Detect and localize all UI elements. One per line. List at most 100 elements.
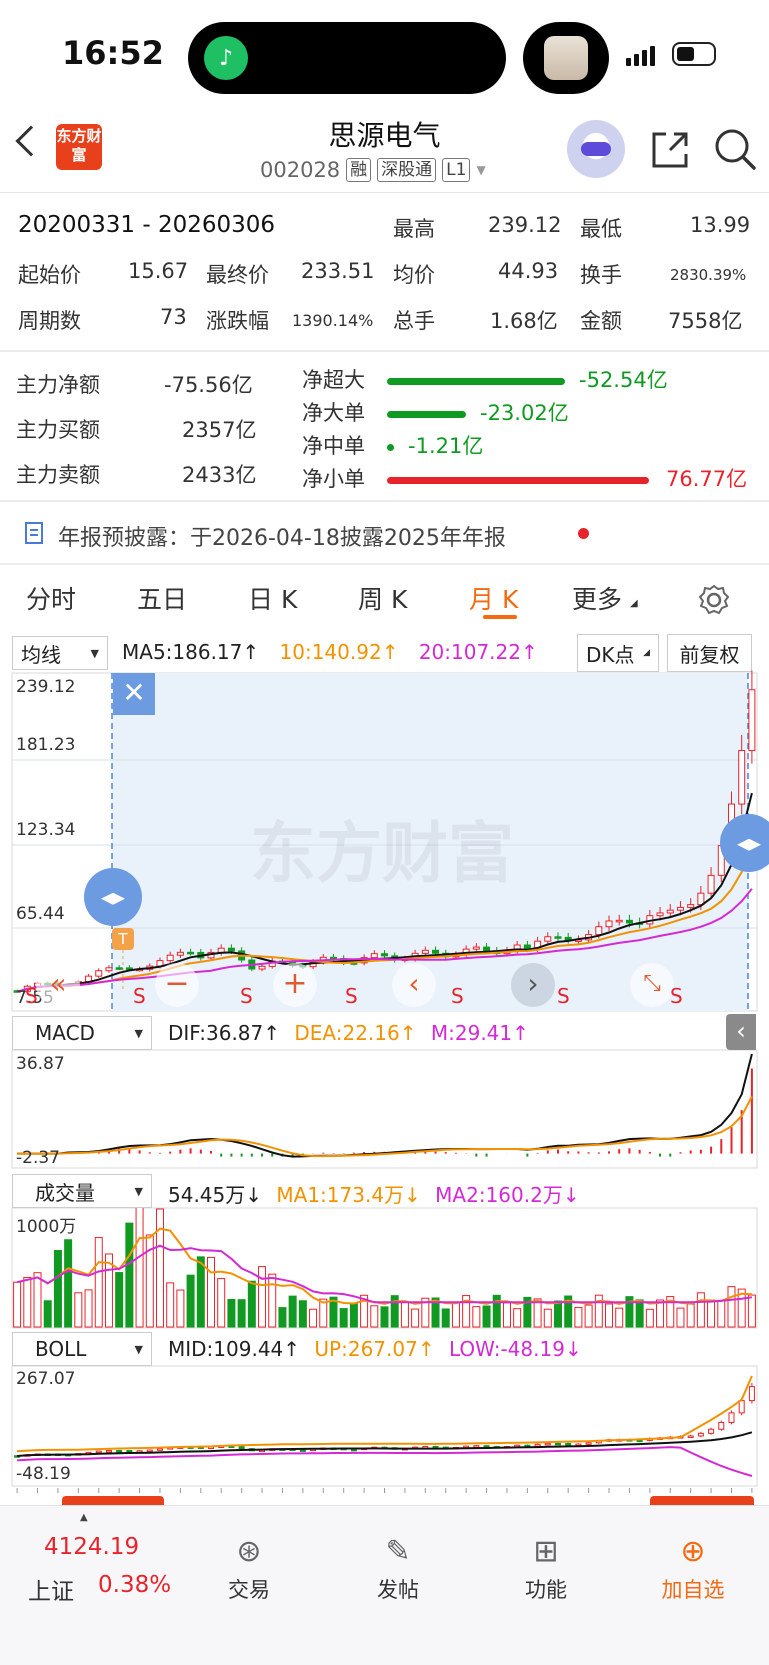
volume-bar [574,1306,583,1328]
zoom-in-icon[interactable]: + [273,963,317,1007]
volume-bar [247,1280,256,1328]
candle-body [370,953,378,959]
volume-bar [166,1282,175,1328]
bottom-toolbar: ▲ 4124.19 上证 0.38% ⊛ 交易 ✎ 发帖 ⊞ 功能 ⊕ 加自选 [0,1505,769,1665]
candle-body [554,936,562,939]
volume-bar [686,1303,695,1328]
boll-candle-body [146,1449,153,1453]
kline-y-label: 123.34 [16,820,76,840]
sell-signal-marker: S [133,984,146,1008]
volume-bar [717,1299,726,1328]
dif-value: DIF:36.87 [168,1021,264,1045]
volume-bar [553,1300,562,1328]
volume-select[interactable]: 成交量 ▼ [12,1174,152,1208]
index-change[interactable]: 0.38% [98,1572,171,1598]
arrow-up-icon: ↑ [263,1021,281,1045]
macd-y-top: 36.87 [16,1054,65,1074]
volume-bar [339,1308,348,1328]
volume-bar [278,1307,287,1328]
candle-body [381,953,388,957]
boll-select[interactable]: BOLL ▼ [12,1332,152,1366]
volume-bar [135,1202,144,1328]
boll-low-value: LOW:-48.19 [448,1337,565,1361]
volume-current: 54.45万 [168,1183,246,1207]
candle-body [105,967,113,972]
candle-body [656,912,664,917]
volume-bar [155,1208,164,1328]
boll-candle-body [238,1446,245,1450]
scroll-left-icon[interactable]: ‹ [392,963,436,1007]
nav-trade-label: 交易 [228,1578,270,1602]
boll-candle-body [687,1435,694,1438]
volume-bar [94,1237,103,1328]
index-name[interactable]: 上证 [28,1572,74,1606]
volume-bar [615,1307,624,1328]
arrow-up-icon: ↑ [417,1337,435,1361]
scroll-left-fast-icon[interactable]: « [36,963,80,1007]
zoom-out-icon[interactable]: − [155,963,199,1007]
macd-y-bottom: -2.37 [16,1148,60,1168]
boll-candle-body [697,1432,704,1437]
macd-select-label: MACD [35,1021,95,1045]
volume-bar [605,1303,614,1328]
candle-body [595,926,603,936]
nav-post-label: 发帖 [377,1578,419,1602]
volume-bar [53,1250,62,1328]
volume-bar [543,1308,552,1328]
close-selection-icon[interactable]: ✕ [113,673,155,715]
candle-body [176,951,184,956]
boll-candle-body [585,1442,592,1445]
volume-bar [584,1304,593,1328]
candle-body [625,919,633,924]
plus-circle-icon: ⊕ [680,1534,706,1569]
volume-bar [43,1300,52,1328]
boll-candle-body [565,1442,572,1446]
volume-bar [645,1308,654,1328]
candle-body [738,750,746,805]
boll-candle-body [636,1439,643,1443]
volume-bar [268,1273,277,1328]
sell-signal-marker: S [557,984,570,1008]
boll-candle-body [718,1421,725,1430]
boll-mid-value: MID:109.44 [168,1337,284,1361]
nav-post[interactable]: ✎ 发帖 [353,1530,443,1604]
nav-functions[interactable]: ⊞ 功能 [501,1530,591,1604]
arrow-down-icon: ↓ [404,1183,421,1207]
date-marker-left [62,1496,164,1505]
volume-values: 54.45万↓ MA1:173.4万↓ MA2:160.2万↓ [168,1179,580,1208]
volume-bar [676,1307,685,1328]
range-handle-right-icon[interactable]: ◂▸ [720,814,769,872]
boll-y-bottom: -48.19 [16,1464,71,1484]
volume-bar [411,1308,420,1328]
volume-bar [74,1292,83,1328]
boll-candle-body [728,1412,735,1423]
index-value[interactable]: 4124.19 [44,1534,139,1560]
scroll-right-icon[interactable]: › [511,963,555,1007]
kline-y-label: 65.44 [16,904,65,924]
nav-add-watchlist-label: 加自选 [661,1578,725,1602]
macd-select[interactable]: MACD ▼ [12,1016,152,1050]
volume-bar [176,1289,185,1328]
fullscreen-icon[interactable]: ⤡ [630,963,674,1007]
volume-bar [227,1299,236,1328]
nav-add-watchlist[interactable]: ⊕ 加自选 [648,1530,738,1604]
kline-y-label-max: 239.12 [16,677,76,697]
volume-bar [217,1278,226,1328]
boll-candle-body [554,1442,561,1446]
edit-icon: ✎ [385,1534,411,1569]
candle-body [421,949,429,954]
volume-bar [258,1266,267,1328]
range-handle-left-icon[interactable]: ◂▸ [84,868,142,926]
stock-charts[interactable] [0,0,769,1505]
sell-signal-marker: S [345,984,358,1008]
boll-candle-body [473,1445,480,1448]
volume-bar [707,1299,716,1328]
grid-icon: ⊞ [533,1534,559,1569]
nav-trade[interactable]: ⊛ 交易 [204,1530,294,1604]
caret-up-icon: ▲ [80,1512,88,1523]
volume-bar [349,1302,358,1328]
collapse-panel-icon[interactable]: ‹ [726,1014,756,1050]
vol-ma2-value: MA2:160.2万 [435,1183,563,1207]
candle-body [227,947,235,952]
candle-body [472,946,480,950]
